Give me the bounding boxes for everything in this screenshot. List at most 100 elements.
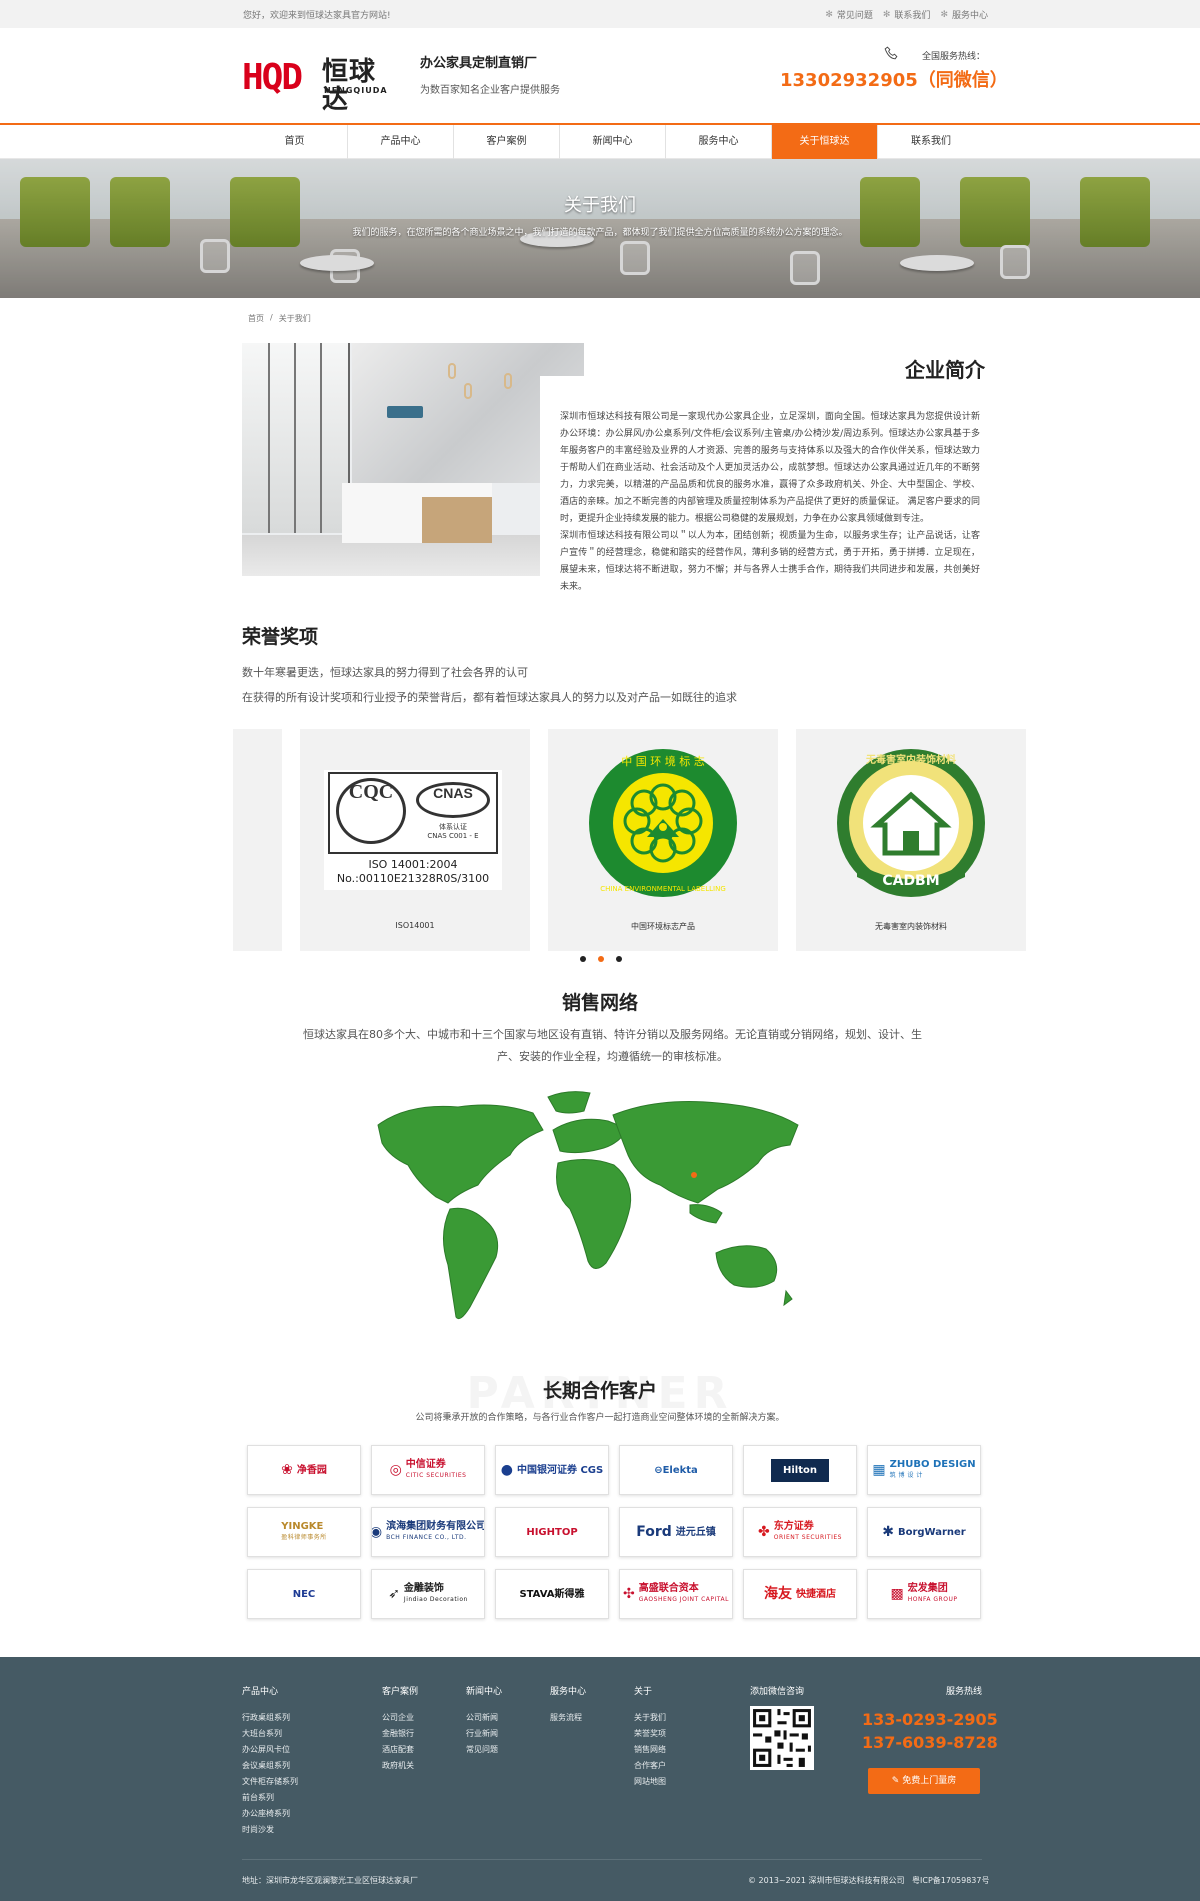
iso-line-2: No.:00110E21328R0S/3100 — [336, 872, 490, 885]
carousel-dots — [580, 956, 622, 962]
client-logo-grid: ❀ 净香园 ◎ 中信证券 CITIC SECURITIES ● 中国银河证券 CGS ⊖Ele… — [247, 1445, 983, 1619]
footer-link[interactable]: 公司新闻 — [466, 1710, 502, 1726]
client-logo[interactable]: HIGHTOP — [495, 1507, 609, 1557]
footer-col-cases: 客户案例 公司企业 金融银行 酒店配套 政府机关 — [382, 1684, 418, 1774]
client-logo[interactable]: ✣ 高盛联合资本 GAOSHENG JOINT CAPITAL — [619, 1569, 733, 1619]
client-logo[interactable]: ● 中国银河证券 CGS — [495, 1445, 609, 1495]
banner-title: 关于我们 — [564, 195, 636, 216]
client-logo[interactable]: ◎ 中信证券 CITIC SECURITIES — [371, 1445, 485, 1495]
footer-link[interactable]: 前台系列 — [242, 1790, 298, 1806]
footer-link[interactable]: 政府机关 — [382, 1758, 418, 1774]
client-name: 东方证券 ORIENT SECURITIES — [774, 1521, 842, 1543]
free-visit-label: 免费上门量房 — [902, 1776, 957, 1786]
breadcrumb-home[interactable]: 首页 — [248, 313, 264, 324]
footer-link[interactable]: 行政桌组系列 — [242, 1710, 298, 1726]
nav-about[interactable]: 关于恒球达 — [772, 125, 878, 159]
footer-link[interactable]: 办公屏风卡位 — [242, 1742, 298, 1758]
client-name-text: NEC — [292, 1588, 316, 1600]
client-logo[interactable]: NEC — [247, 1569, 361, 1619]
honors-title: 荣誉奖项 — [242, 626, 319, 648]
client-logo[interactable]: Ford 进元丘镇 — [619, 1507, 733, 1557]
footer-link[interactable]: 关于我们 — [634, 1710, 666, 1726]
header-slogan: 办公家具定制直销厂 为数百家知名企业客户提供服务 — [420, 52, 560, 96]
top-link-service[interactable]: ✻ 服务中心 — [940, 8, 988, 22]
carousel-prev-card[interactable] — [233, 729, 282, 951]
footer-address: 地址：深圳市龙华区观澜黎光工业区恒球达家具厂 — [242, 1876, 418, 1885]
top-link-faq[interactable]: ✻ 常见问题 — [825, 8, 873, 22]
client-logo[interactable]: 海友 快捷酒店 — [743, 1569, 857, 1619]
nav-contact[interactable]: 联系我们 — [878, 125, 984, 159]
honor-caption: ISO14001 — [395, 921, 435, 930]
client-logo[interactable]: ◉ 滨海集团财务有限公司 BCH FINANCE CO., LTD. — [371, 1507, 485, 1557]
nav-news[interactable]: 新闻中心 — [560, 125, 666, 159]
footer-link[interactable]: 销售网络 — [634, 1742, 666, 1758]
nav-cases[interactable]: 客户案例 — [454, 125, 560, 159]
free-visit-button[interactable]: ✎ 免费上门量房 — [868, 1768, 980, 1794]
header-hotline: 全国服务热线： 13302932905（同微信） — [780, 46, 1008, 92]
footer-link[interactable]: 金融银行 — [382, 1726, 418, 1742]
footer-col-title: 关于 — [634, 1687, 653, 1697]
gaosheng-icon: ✣ — [623, 1586, 635, 1602]
footer-col-title: 产品中心 — [242, 1687, 279, 1697]
asterisk-icon: ✻ — [882, 9, 891, 20]
client-name: 滨海集团财务有限公司 BCH FINANCE CO., LTD. — [386, 1521, 484, 1543]
asia-shape — [612, 1101, 799, 1204]
client-name-text: 宏发集团 — [907, 1583, 948, 1594]
client-name-text: 金雕装饰 — [403, 1583, 444, 1594]
footer-link[interactable]: 合作客户 — [634, 1758, 666, 1774]
footer-link[interactable]: 文件柜存储系列 — [242, 1774, 298, 1790]
sales-title: 销售网络 — [561, 992, 638, 1014]
client-logo[interactable]: ⊖Elekta — [619, 1445, 733, 1495]
client-name-text: STAVA斯得雅 — [519, 1588, 585, 1600]
nav-products[interactable]: 产品中心 — [348, 125, 454, 159]
carousel-dot[interactable] — [580, 956, 586, 962]
footer-link[interactable]: 公司企业 — [382, 1710, 418, 1726]
client-name: BorgWarner — [898, 1527, 966, 1538]
footer-link[interactable]: 荣誉奖项 — [634, 1726, 666, 1742]
footer-link[interactable]: 酒店配套 — [382, 1742, 418, 1758]
client-logo[interactable]: ➶ 金雕装饰 Jindiao Decoration — [371, 1569, 485, 1619]
honor-card[interactable]: CQC CNAS 体系认证 CNAS C001 - E ISO 14001:20… — [300, 729, 530, 951]
client-logo[interactable]: ✤ 东方证券 ORIENT SECURITIES — [743, 1507, 857, 1557]
client-logo[interactable]: STAVA斯得雅 — [495, 1569, 609, 1619]
nav-home[interactable]: 首页 — [242, 125, 348, 159]
footer-link[interactable]: 办公座椅系列 — [242, 1806, 298, 1822]
borgwarner-icon: ✱ — [882, 1524, 894, 1540]
footer-link[interactable]: 服务流程 — [550, 1710, 586, 1726]
carousel-dot-active[interactable] — [598, 956, 604, 962]
client-logo[interactable]: ✱ BorgWarner — [867, 1507, 981, 1557]
sales-description: 恒球达家具在80多个大、中城市和十三个国家与地区设有直销、特许分销以及服务网络。… — [303, 1028, 922, 1063]
client-name: 中信证券 CITIC SECURITIES — [406, 1459, 467, 1481]
site-logo[interactable]: HQD 恒球达 HENGQIUDA — [242, 58, 392, 114]
footer-icp[interactable]: 粤ICP备17059837号 — [912, 1875, 990, 1886]
partners-title: 长期合作客户 — [542, 1380, 657, 1402]
footer-link[interactable]: 行业新闻 — [466, 1726, 502, 1742]
hotline-number[interactable]: 13302932905（同微信） — [780, 66, 1008, 92]
footer-link[interactable]: 会议桌组系列 — [242, 1758, 298, 1774]
footer-phone-1[interactable]: 133-0293-2905 — [862, 1710, 998, 1729]
footer-col-products: 产品中心 行政桌组系列 大班台系列 办公屏风卡位 会议桌组系列 文件柜存储系列 … — [242, 1684, 298, 1838]
footer-link[interactable]: 网站地图 — [634, 1774, 666, 1790]
client-logo[interactable]: YINGKE 盈科律师事务所 — [247, 1507, 361, 1557]
client-name: 快捷酒店 — [796, 1589, 836, 1600]
honor-caption: 中国环境标志产品 — [631, 922, 695, 931]
footer-link[interactable]: 时尚沙发 — [242, 1822, 298, 1838]
footer-col-title: 服务中心 — [550, 1687, 587, 1697]
footer-link[interactable]: 常见问题 — [466, 1742, 502, 1758]
client-logo[interactable]: ▦ ZHUBO DESIGN 筑 博 设 计 — [867, 1445, 981, 1495]
client-name-text: YINGKE — [281, 1521, 324, 1532]
top-link-contact[interactable]: ✻ 联系我们 — [882, 8, 931, 22]
client-logo[interactable]: ❀ 净香园 — [247, 1445, 361, 1495]
greenland-shape — [547, 1091, 591, 1114]
client-logo[interactable]: Hilton — [743, 1445, 857, 1495]
client-logo[interactable]: ▩ 宏发集团 HONFA GROUP — [867, 1569, 981, 1619]
nav-service[interactable]: 服务中心 — [666, 125, 772, 159]
honor-caption: 无毒害室内装饰材料 — [875, 922, 947, 931]
honor-card[interactable]: 中 国 环 境 标 志 CHINA ENVIRONMENTAL LABELLIN… — [548, 729, 778, 951]
carousel-dot[interactable] — [616, 956, 622, 962]
honor-card[interactable]: CADBM 无毒害室内装饰材料 无毒害室内装饰材料 — [796, 729, 1026, 951]
non-toxic-material-seal: CADBM 无毒害室内装饰材料 — [837, 749, 985, 897]
footer-link[interactable]: 大班台系列 — [242, 1726, 298, 1742]
footer-phone-2[interactable]: 137-6039-8728 — [862, 1733, 998, 1752]
page: 您好，欢迎来到恒球达家具官方网站! ✻ 常见问题 ✻ 联系我们 ✻ 服务中心 HQD … — [0, 0, 1200, 1901]
